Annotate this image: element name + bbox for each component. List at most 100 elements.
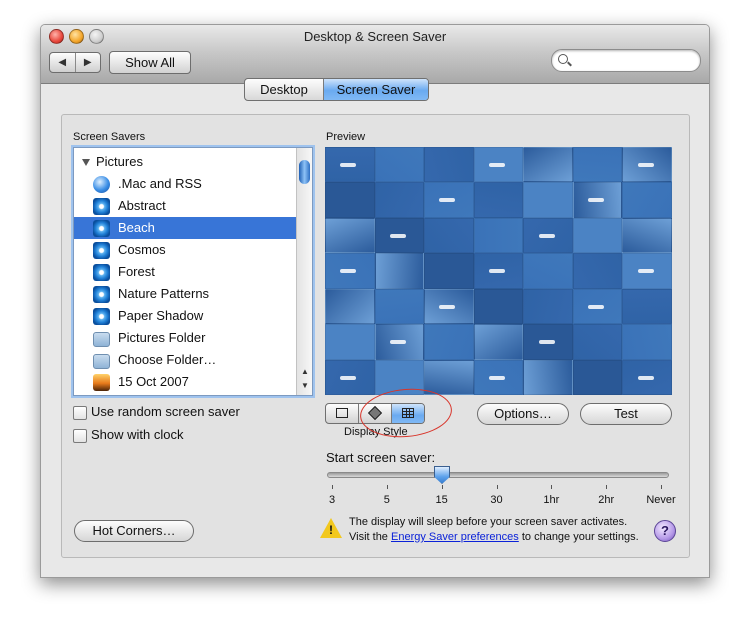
preview-tile — [473, 359, 524, 395]
boat-mark — [637, 375, 654, 380]
group-label: Pictures — [96, 154, 143, 169]
boat-mark — [588, 198, 605, 203]
list-item-label: Forest — [118, 264, 155, 279]
boat-mark — [637, 163, 654, 168]
preview-tile — [572, 359, 623, 395]
start-slider-track[interactable] — [327, 472, 669, 478]
preview-tile — [622, 324, 672, 360]
preview-label: Preview — [326, 131, 366, 143]
preview-tile — [424, 359, 474, 395]
sleep-warning: The display will sleep before your scree… — [349, 515, 639, 545]
start-screen-saver-label: Start screen saver: — [326, 450, 436, 465]
boat-mark — [340, 375, 357, 380]
preview-tile — [325, 253, 375, 289]
slider-tick — [661, 485, 662, 489]
list-item-mac-and-rss[interactable]: .Mac and RSS — [74, 173, 296, 195]
list-item-nature-patterns[interactable]: Nature Patterns — [74, 283, 296, 305]
preview-tile — [523, 359, 573, 395]
screen-saver-preview — [325, 147, 672, 395]
preview-tile — [374, 324, 425, 360]
preview-tile — [424, 324, 474, 360]
slider-tick — [551, 485, 553, 489]
list-item-label: Cosmos — [118, 242, 166, 257]
list-item-pictures-folder[interactable]: Pictures Folder — [74, 327, 296, 349]
slider-tick-label: 30 — [490, 494, 503, 506]
preview-tile — [473, 182, 524, 218]
list-item-15-oct-2007[interactable]: 15 Oct 2007 — [74, 371, 296, 393]
list-scrollbar[interactable]: ▲ ▼ — [296, 148, 312, 395]
preview-tile — [374, 182, 425, 218]
warning-text: Visit the — [349, 531, 391, 543]
photo-icon — [93, 374, 110, 391]
energy-saver-link[interactable]: Energy Saver preferences — [391, 531, 519, 543]
boat-mark — [637, 269, 654, 274]
preview-tile — [622, 253, 672, 289]
scroll-thumb[interactable] — [299, 160, 310, 184]
warning-line-1: The display will sleep before your scree… — [349, 516, 628, 528]
slider-tick-label: 1hr — [543, 494, 560, 506]
list-item-cosmos[interactable]: Cosmos — [74, 239, 296, 261]
slider-tick — [606, 485, 608, 489]
list-item-choose-folder[interactable]: Choose Folder… — [74, 349, 296, 371]
folder-icon — [93, 354, 110, 369]
boat-mark — [340, 163, 357, 168]
preview-tile — [424, 147, 474, 183]
swirl-icon — [93, 264, 110, 281]
test-button[interactable]: Test — [580, 403, 672, 425]
boat-mark — [439, 198, 456, 203]
boat-mark — [538, 340, 555, 345]
title-bar: Desktop & Screen Saver ◀ ▶ Show All — [41, 25, 709, 84]
list-item-abstract[interactable]: Abstract — [74, 195, 296, 217]
list-group-pictures[interactable]: Pictures — [74, 151, 296, 173]
boat-mark — [588, 304, 605, 309]
slider-tick — [441, 485, 443, 489]
use-random-label: Use random screen saver — [91, 404, 240, 419]
scroll-down-arrow-icon[interactable]: ▼ — [297, 379, 312, 393]
help-button[interactable]: ? — [654, 520, 676, 542]
back-button[interactable]: ◀ — [50, 53, 76, 72]
list-item-label: Paper Shadow — [118, 308, 204, 323]
screen-savers-list[interactable]: Pictures .Mac and RSS Abstract Beach Cos… — [73, 147, 313, 396]
show-clock-checkbox[interactable] — [73, 429, 87, 443]
forward-button[interactable]: ▶ — [76, 53, 101, 72]
search-field[interactable] — [551, 49, 701, 72]
preview-tile — [572, 182, 623, 218]
options-button[interactable]: Options… — [477, 403, 569, 425]
list-item-beach[interactable]: Beach — [74, 217, 296, 239]
slider-tick — [496, 485, 498, 489]
use-random-checkbox[interactable] — [73, 406, 87, 420]
slider-tick — [386, 485, 388, 489]
warning-exclamation-icon: ! — [329, 523, 333, 537]
show-clock-label: Show with clock — [91, 427, 184, 442]
swirl-icon — [93, 242, 110, 259]
list-item-paper-shadow[interactable]: Paper Shadow — [74, 305, 296, 327]
display-style-slideshow[interactable] — [326, 404, 359, 423]
preview-tile — [622, 147, 672, 183]
warning-line-2: Visit the Energy Saver preferences to ch… — [349, 530, 639, 545]
preview-tile — [622, 288, 672, 325]
show-all-button[interactable]: Show All — [109, 51, 191, 74]
tab-desktop[interactable]: Desktop — [245, 79, 324, 100]
mac-globe-icon — [93, 176, 110, 193]
preview-tile — [473, 288, 524, 325]
boat-mark — [488, 163, 505, 168]
preview-tile — [473, 253, 524, 289]
list-item-label: Choose Folder… — [118, 352, 217, 367]
slideshow-icon — [336, 408, 348, 418]
disclosure-triangle-icon[interactable] — [82, 159, 90, 166]
folder-icon — [93, 332, 110, 347]
preview-tile — [325, 288, 375, 325]
scroll-up-arrow-icon[interactable]: ▲ — [297, 365, 312, 379]
tab-screen-saver[interactable]: Screen Saver — [324, 79, 428, 100]
swirl-icon — [93, 286, 110, 303]
slider-tick-label: Never — [646, 494, 676, 506]
hot-corners-button[interactable]: Hot Corners… — [74, 520, 194, 542]
preview-tile — [473, 217, 524, 254]
preview-tile — [572, 324, 623, 360]
boat-mark — [488, 269, 505, 274]
list-item-forest[interactable]: Forest — [74, 261, 296, 283]
preview-tile — [473, 324, 524, 360]
slider-tick-label: 5 — [383, 494, 390, 506]
preview-tile — [523, 253, 573, 289]
preview-tile — [424, 253, 474, 289]
